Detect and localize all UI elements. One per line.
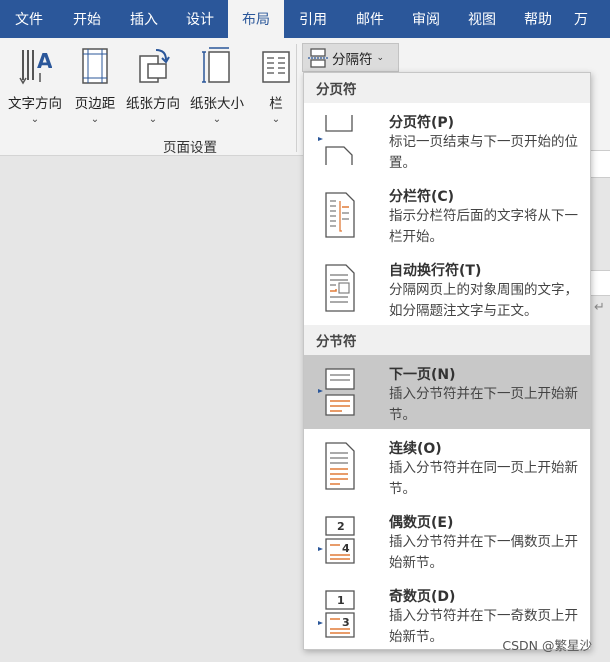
even-page-icon: 2 4 <box>316 513 360 567</box>
page-break-icon <box>316 113 360 167</box>
columns-icon <box>259 46 293 86</box>
tab-design[interactable]: 设计 <box>172 0 228 38</box>
menu-item-description: 插入分节符并在同一页上开始新节。 <box>389 460 578 497</box>
tab-insert[interactable]: 插入 <box>116 0 172 38</box>
menu-item-title: 连续(O) <box>389 441 442 457</box>
svg-text:2: 2 <box>337 520 345 533</box>
tab-mailings[interactable]: 邮件 <box>342 0 398 38</box>
chevron-down-icon: ⌄ <box>30 114 40 125</box>
chevron-down-icon: ⌄ <box>90 114 100 125</box>
columns-button[interactable]: 栏 ⌄ <box>258 46 294 125</box>
menu-item-page-break[interactable]: 分页符(P) 标记一页结束与下一页开始的位置。 <box>304 103 590 177</box>
orientation-button[interactable]: 纸张方向 ⌄ <box>122 46 184 125</box>
menu-item-text-wrapping-break[interactable]: 自动换行符(T) 分隔网页上的对象周围的文字，如分隔题注文字与正文。 <box>304 251 590 325</box>
continuous-icon <box>316 439 360 493</box>
text-direction-icon: A <box>18 46 52 86</box>
tab-review[interactable]: 审阅 <box>398 0 454 38</box>
svg-text:4: 4 <box>342 542 350 555</box>
menu-item-description: 指示分栏符后面的文字将从下一栏开始。 <box>389 208 578 245</box>
menu-item-title: 偶数页(E) <box>389 515 454 531</box>
tab-file[interactable]: 文件 <box>0 0 58 38</box>
breaks-dropdown-menu: 分页符 分页符(P) 标记一页结束与下一页开始的位置。 分栏符(C) 指示分栏符… <box>303 72 591 650</box>
odd-page-icon: 1 3 <box>316 587 360 641</box>
menu-item-description: 标记一页结束与下一页开始的位置。 <box>389 134 578 171</box>
menu-item-title: 自动换行符(T) <box>389 263 482 279</box>
chevron-down-icon: ⌄ <box>212 114 222 125</box>
margins-button[interactable]: 页边距 ⌄ <box>70 46 120 125</box>
menu-item-description: 插入分节符并在下一偶数页上开始新节。 <box>389 534 578 571</box>
orientation-icon <box>136 46 170 86</box>
menu-item-column-break[interactable]: 分栏符(C) 指示分栏符后面的文字将从下一栏开始。 <box>304 177 590 251</box>
menu-item-next-page[interactable]: 下一页(N) 插入分节符并在下一页上开始新节。 <box>304 355 590 429</box>
chevron-down-icon: ⌄ <box>376 52 385 63</box>
tab-layout[interactable]: 布局 <box>228 0 284 38</box>
menu-item-even-page[interactable]: 2 4 偶数页(E) 插入分节符并在下一偶数页上开始新节。 <box>304 503 590 577</box>
document-page-edge <box>589 270 610 296</box>
paper-size-button[interactable]: 纸张大小 ⌄ <box>186 46 248 125</box>
tab-view[interactable]: 视图 <box>454 0 510 38</box>
breaks-icon <box>308 47 328 68</box>
paper-size-icon <box>200 46 234 86</box>
paragraph-mark-icon: ↵ <box>594 300 605 315</box>
margins-icon <box>78 46 112 86</box>
next-page-icon <box>316 365 360 419</box>
menu-item-description: 插入分节符并在下一页上开始新节。 <box>389 386 578 423</box>
column-break-icon <box>316 187 360 241</box>
section-breaks-heading: 分节符 <box>304 325 590 355</box>
page-breaks-heading: 分页符 <box>304 73 590 103</box>
chevron-down-icon: ⌄ <box>271 114 281 125</box>
watermark: CSDN @繁星沙 <box>502 638 592 653</box>
ruler-stub <box>588 150 610 178</box>
breaks-label: 分隔符 <box>332 51 373 68</box>
svg-text:A: A <box>37 49 52 73</box>
menu-item-title: 下一页(N) <box>389 367 456 383</box>
tab-home[interactable]: 开始 <box>58 0 116 38</box>
orientation-label: 纸张方向 <box>126 96 180 112</box>
text-direction-button[interactable]: A 文字方向 ⌄ <box>4 46 66 125</box>
tab-references[interactable]: 引用 <box>284 0 342 38</box>
svg-text:1: 1 <box>337 594 345 607</box>
margins-label: 页边距 <box>74 96 116 112</box>
svg-text:3: 3 <box>342 616 350 629</box>
ribbon-tab-bar: 文件 开始 插入 设计 布局 引用 邮件 审阅 视图 帮助 万 <box>0 0 610 38</box>
text-wrapping-break-icon <box>316 261 360 315</box>
menu-item-title: 奇数页(D) <box>389 589 456 605</box>
menu-item-description: 分隔网页上的对象周围的文字，如分隔题注文字与正文。 <box>389 282 578 319</box>
menu-item-title: 分页符(P) <box>389 115 455 131</box>
breaks-button[interactable]: 分隔符 ⌄ <box>302 43 399 72</box>
group-separator <box>296 44 297 152</box>
paper-size-label: 纸张大小 <box>190 96 244 112</box>
tab-overflow[interactable]: 万 <box>566 0 610 38</box>
text-direction-label: 文字方向 <box>8 96 62 112</box>
tab-help[interactable]: 帮助 <box>510 0 566 38</box>
columns-label: 栏 <box>269 96 283 112</box>
menu-item-title: 分栏符(C) <box>389 189 455 205</box>
chevron-down-icon: ⌄ <box>148 114 158 125</box>
menu-item-continuous[interactable]: 连续(O) 插入分节符并在同一页上开始新节。 <box>304 429 590 503</box>
